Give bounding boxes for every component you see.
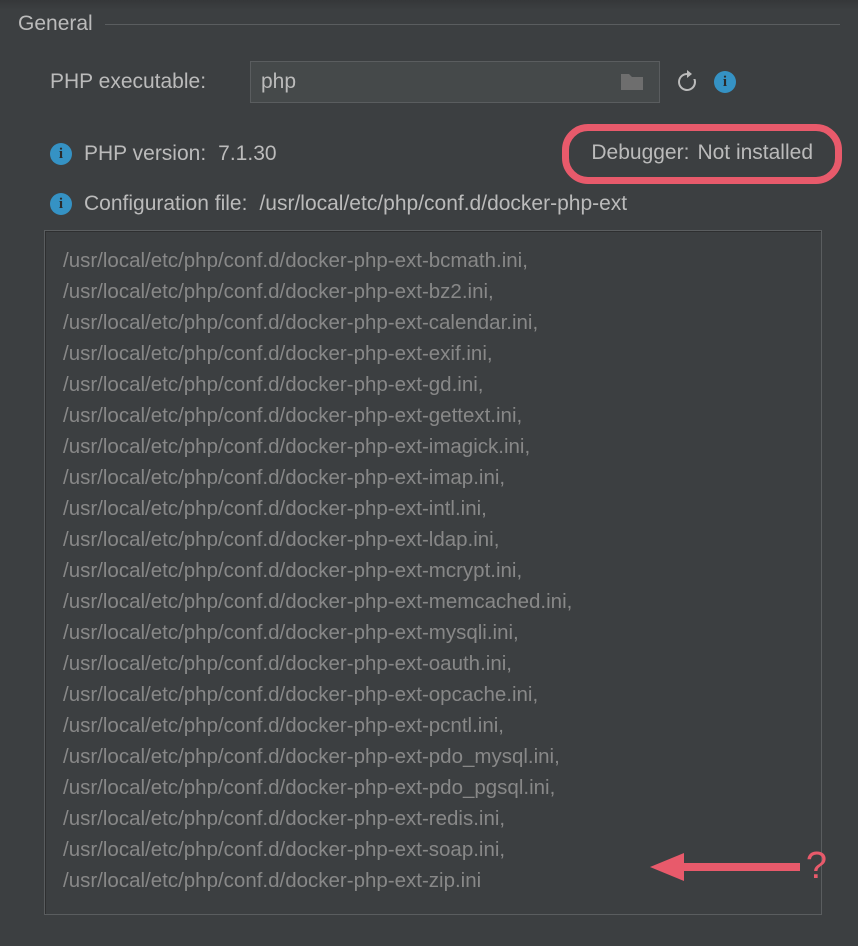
section-title: General (18, 12, 93, 36)
php-version-row: i PHP version: 7.1.30 Debugger: Not inst… (50, 124, 840, 184)
php-version-value: 7.1.30 (218, 142, 276, 166)
configuration-line: /usr/local/etc/php/conf.d/docker-php-ext… (63, 493, 803, 524)
php-executable-value: php (261, 70, 296, 94)
configuration-line: /usr/local/etc/php/conf.d/docker-php-ext… (63, 648, 803, 679)
annotation-text: ? (806, 845, 827, 888)
configuration-line: /usr/local/etc/php/conf.d/docker-php-ext… (63, 741, 803, 772)
php-executable-row: PHP executable: php i (50, 58, 840, 106)
section-header: General (18, 12, 840, 36)
configuration-line: /usr/local/etc/php/conf.d/docker-php-ext… (63, 865, 803, 896)
configuration-line: /usr/local/etc/php/conf.d/docker-php-ext… (63, 276, 803, 307)
configuration-line: /usr/local/etc/php/conf.d/docker-php-ext… (63, 710, 803, 741)
configuration-label: Configuration file: (84, 192, 247, 216)
configuration-line: /usr/local/etc/php/conf.d/docker-php-ext… (63, 307, 803, 338)
configuration-line: /usr/local/etc/php/conf.d/docker-php-ext… (63, 400, 803, 431)
info-icon[interactable]: i (50, 143, 72, 165)
configuration-line: /usr/local/etc/php/conf.d/docker-php-ext… (63, 617, 803, 648)
configuration-line: /usr/local/etc/php/conf.d/docker-php-ext… (63, 245, 803, 276)
separator (105, 24, 840, 25)
configuration-line: /usr/local/etc/php/conf.d/docker-php-ext… (63, 586, 803, 617)
debugger-highlight: Debugger: Not installed (562, 124, 842, 184)
configuration-line: /usr/local/etc/php/conf.d/docker-php-ext… (63, 338, 803, 369)
configuration-line: /usr/local/etc/php/conf.d/docker-php-ext… (63, 369, 803, 400)
configuration-row: i Configuration file: /usr/local/etc/php… (50, 192, 840, 216)
configuration-line: /usr/local/etc/php/conf.d/docker-php-ext… (63, 462, 803, 493)
configuration-list[interactable]: /usr/local/etc/php/conf.d/docker-php-ext… (44, 230, 822, 915)
php-executable-input[interactable]: php (250, 61, 660, 103)
reload-icon[interactable] (670, 65, 704, 99)
configuration-line: /usr/local/etc/php/conf.d/docker-php-ext… (63, 803, 803, 834)
configuration-line: /usr/local/etc/php/conf.d/docker-php-ext… (63, 555, 803, 586)
info-icon[interactable]: i (714, 71, 736, 93)
debugger-label: Debugger: (591, 141, 689, 165)
configuration-line: /usr/local/etc/php/conf.d/docker-php-ext… (63, 679, 803, 710)
configuration-line: /usr/local/etc/php/conf.d/docker-php-ext… (63, 524, 803, 555)
configuration-line: /usr/local/etc/php/conf.d/docker-php-ext… (63, 772, 803, 803)
configuration-path: /usr/local/etc/php/conf.d/docker-php-ext (259, 192, 627, 216)
info-icon[interactable]: i (50, 193, 72, 215)
browse-icon[interactable] (615, 65, 649, 99)
debugger-value: Not installed (697, 141, 813, 165)
php-version-label: PHP version: (84, 142, 206, 166)
configuration-line: /usr/local/etc/php/conf.d/docker-php-ext… (63, 431, 803, 462)
configuration-line: /usr/local/etc/php/conf.d/docker-php-ext… (63, 834, 803, 865)
php-executable-label: PHP executable: (50, 70, 240, 94)
